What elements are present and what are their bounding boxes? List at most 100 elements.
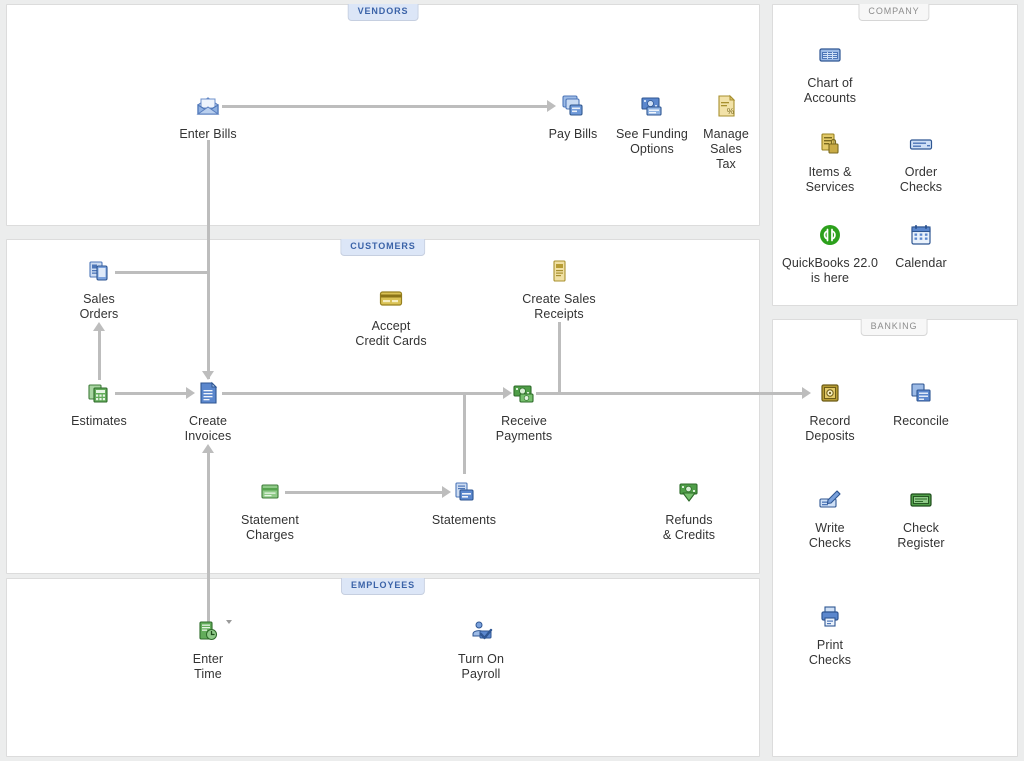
- section-badge-customers: CUSTOMERS: [340, 239, 425, 256]
- record-deposits-icon: [778, 380, 882, 410]
- tile-label-line1: Receive: [472, 414, 576, 429]
- tile-label-line1: Create: [156, 414, 260, 429]
- tile-label-line2: Services: [778, 180, 882, 195]
- tile-label-line1: Manage: [683, 127, 769, 142]
- tile-write-checks[interactable]: Write Checks: [778, 487, 882, 551]
- tile-label-line2: Accounts: [778, 91, 882, 106]
- tile-label-line1: Statements: [412, 513, 516, 528]
- estimates-icon: [47, 380, 151, 410]
- tile-calendar[interactable]: Calendar: [869, 222, 973, 271]
- tile-label-line2: Receipts: [499, 307, 619, 322]
- tile-label-line2: Checks: [778, 653, 882, 668]
- tile-label-line1: Order: [869, 165, 973, 180]
- arrowhead-createinvoices-bottom: [202, 444, 214, 453]
- tile-label: Enter Bills: [156, 127, 260, 142]
- tile-label-line1: Turn On: [429, 652, 533, 667]
- tile-statements[interactable]: Statements: [412, 479, 516, 528]
- tile-refunds-credits[interactable]: Refunds & Credits: [637, 479, 741, 543]
- statements-icon: [412, 479, 516, 509]
- reconcile-icon: [869, 380, 973, 410]
- tile-order-checks[interactable]: Order Checks: [869, 131, 973, 195]
- tile-create-invoices[interactable]: Create Invoices: [156, 380, 260, 444]
- tile-chart-of-accounts[interactable]: Chart of Accounts: [778, 42, 882, 106]
- order-checks-icon: [869, 131, 973, 161]
- items-services-icon: [778, 131, 882, 161]
- tile-label-line1: Sales: [47, 292, 151, 307]
- tile-print-checks[interactable]: Print Checks: [778, 604, 882, 668]
- tile-label-line2: Orders: [47, 307, 151, 322]
- tile-label-line2: Charges: [218, 528, 322, 543]
- tile-label-line2: Credit Cards: [331, 334, 451, 349]
- write-checks-icon: [778, 487, 882, 517]
- section-badge-vendors: VENDORS: [348, 4, 419, 21]
- tile-accept-credit-cards[interactable]: Accept Credit Cards: [331, 285, 451, 349]
- tile-label-line2: Checks: [778, 536, 882, 551]
- connector-enterbills-paybills: [222, 105, 548, 108]
- manage-sales-tax-icon: %: [683, 93, 769, 123]
- tile-enter-time[interactable]: Enter Time: [156, 618, 260, 682]
- tile-label-line1: Print: [778, 638, 882, 653]
- connector-createinvoices-receivepayments: [222, 392, 504, 395]
- tile-label-line2: Register: [869, 536, 973, 551]
- print-checks-icon: [778, 604, 882, 634]
- turn-on-payroll-icon: [429, 618, 533, 648]
- tile-enter-bills[interactable]: Enter Bills: [156, 93, 260, 142]
- tile-create-sales-receipts[interactable]: Create Sales Receipts: [499, 258, 619, 322]
- tile-label-line1: Estimates: [47, 414, 151, 429]
- tile-label-line1: Calendar: [869, 256, 973, 271]
- tile-items-services[interactable]: Items & Services: [778, 131, 882, 195]
- refunds-credits-icon: [637, 479, 741, 509]
- tile-receive-payments[interactable]: Receive Payments: [472, 380, 576, 444]
- check-register-icon: [869, 487, 973, 517]
- tile-sales-orders[interactable]: Sales Orders: [47, 258, 151, 322]
- connector-statements-bus: [463, 392, 466, 474]
- tile-label-line2: Payments: [472, 429, 576, 444]
- tile-label-line1: Create Sales: [499, 292, 619, 307]
- statement-charges-icon: [218, 479, 322, 509]
- tile-label-line2: Deposits: [778, 429, 882, 444]
- tile-label-line2: Time: [156, 667, 260, 682]
- accept-credit-cards-icon: [331, 285, 451, 315]
- tile-label-line1: Refunds: [637, 513, 741, 528]
- sales-orders-icon: [47, 258, 151, 288]
- connector-receivepayments-recorddeposits: [536, 392, 805, 395]
- tile-label-line2: & Credits: [637, 528, 741, 543]
- connector-enterbills-createinvoices: [207, 140, 210, 379]
- section-badge-banking: BANKING: [861, 319, 928, 336]
- tile-turn-on-payroll[interactable]: Turn On Payroll: [429, 618, 533, 682]
- tile-label-line1: Reconcile: [869, 414, 973, 429]
- tile-label-line1: Statement: [218, 513, 322, 528]
- enter-time-icon: [156, 618, 260, 648]
- quickbooks-home-workflow: VENDORS CUSTOMERS EMPLOYEES COMPANY BANK…: [0, 0, 1024, 761]
- tile-estimates[interactable]: Estimates: [47, 380, 151, 429]
- svg-text:%: %: [727, 107, 734, 116]
- connector-estimates-salesorders: [98, 330, 101, 380]
- connector-entertime-createinvoices: [207, 452, 210, 624]
- tile-record-deposits[interactable]: Record Deposits: [778, 380, 882, 444]
- tile-label-line2: Payroll: [429, 667, 533, 682]
- tile-reconcile[interactable]: Reconcile: [869, 380, 973, 429]
- tile-statement-charges[interactable]: Statement Charges: [218, 479, 322, 543]
- tile-check-register[interactable]: Check Register: [869, 487, 973, 551]
- tile-label-line1: Chart of: [778, 76, 882, 91]
- tile-label-line1: Record: [778, 414, 882, 429]
- create-sales-receipts-icon: [499, 258, 619, 288]
- tile-label-line1: Items &: [778, 165, 882, 180]
- create-invoices-icon: [156, 380, 260, 410]
- tile-label-line1: Write: [778, 521, 882, 536]
- tile-manage-sales-tax[interactable]: % Manage Sales Tax: [683, 93, 769, 172]
- receive-payments-icon: [472, 380, 576, 410]
- tile-label-line3: Tax: [683, 157, 769, 172]
- calendar-icon: [869, 222, 973, 252]
- section-badge-company: COMPANY: [858, 4, 929, 21]
- tile-label-line2: Checks: [869, 180, 973, 195]
- employees-panel: [6, 578, 760, 757]
- arrowhead-createinvoices-top: [202, 371, 214, 380]
- tile-label-line1: Enter: [156, 652, 260, 667]
- chevron-down-icon[interactable]: [226, 620, 232, 624]
- tile-label-line2: Sales: [683, 142, 769, 157]
- arrowhead-salesorders: [93, 322, 105, 331]
- chart-of-accounts-icon: [778, 42, 882, 72]
- enter-bills-icon: [156, 93, 260, 123]
- tile-label-line2: is here: [770, 271, 890, 286]
